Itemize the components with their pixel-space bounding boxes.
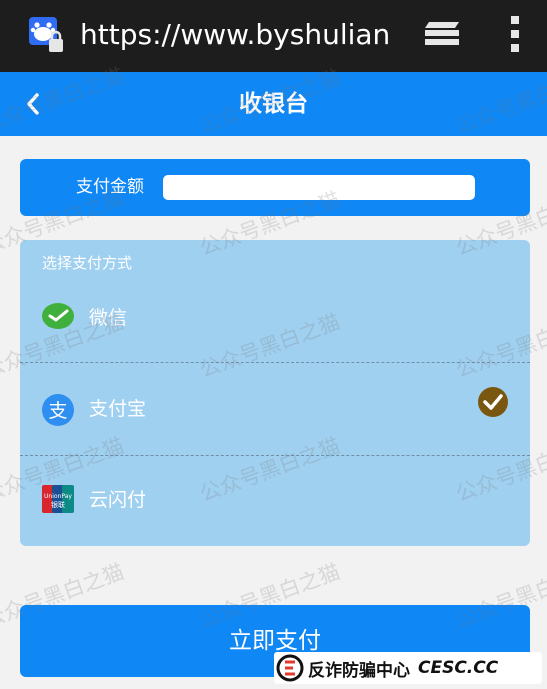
browser-toolbar: https://www.byshulian.com: [0, 0, 547, 72]
payment-option-alipay[interactable]: 支 支付宝: [20, 363, 530, 456]
svg-text:银联: 银联: [51, 500, 65, 509]
svg-text:支: 支: [48, 400, 67, 422]
payment-method-card: 选择支付方式 微信 支 支付宝 UnionPay 银联 云闪付: [20, 240, 530, 546]
payment-option-unionpay[interactable]: UnionPay 银联 云闪付: [20, 456, 530, 548]
amount-input[interactable]: [163, 175, 475, 200]
check-circle-icon: [478, 387, 508, 417]
payment-option-wechat[interactable]: 微信: [20, 270, 530, 363]
amount-label: 支付金额: [76, 177, 144, 197]
page-title: 收银台: [239, 91, 308, 117]
anti-fraud-badge: 反诈防骗中心 CESC.CC: [274, 652, 542, 684]
unionpay-icon: UnionPay 银联: [42, 485, 74, 513]
anti-fraud-text: 反诈防骗中心: [308, 660, 410, 681]
anti-fraud-logo-icon: [276, 654, 304, 682]
chevron-left-icon[interactable]: [22, 90, 44, 118]
payment-option-label: 支付宝: [89, 398, 147, 420]
svg-text:UnionPay: UnionPay: [44, 493, 72, 500]
wechat-pay-icon: [42, 303, 74, 329]
tabs-icon[interactable]: [423, 18, 461, 48]
address-bar-url[interactable]: https://www.byshulian.com: [80, 15, 392, 55]
baidu-lock-icon[interactable]: [28, 16, 64, 54]
alipay-icon: 支: [42, 394, 74, 426]
payment-option-label: 云闪付: [89, 489, 147, 511]
payment-option-label: 微信: [89, 307, 128, 329]
more-vert-icon[interactable]: [508, 14, 522, 54]
anti-fraud-site: CESC.CC: [418, 658, 499, 678]
amount-card: 支付金额: [20, 159, 530, 216]
page-header: 收银台: [0, 72, 547, 136]
